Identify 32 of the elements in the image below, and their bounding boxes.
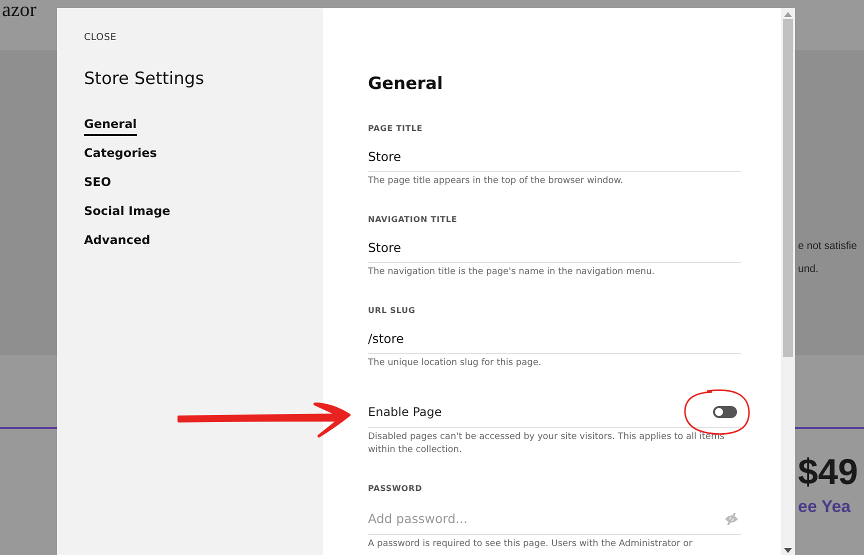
- help-text: The unique location slug for this page.: [368, 357, 542, 370]
- help-text: The navigation title is the page's name in the navigation menu.: [368, 266, 656, 279]
- nav-tab[interactable]: SEO: [84, 175, 112, 194]
- field-label: URL SLUG: [368, 306, 416, 315]
- text-field[interactable]: Store: [368, 238, 402, 258]
- scroll-up-icon[interactable]: [784, 12, 792, 17]
- toggle-switch[interactable]: [713, 406, 737, 418]
- help-text: A password is required to see this page. Users with the Administrator or: [368, 538, 694, 551]
- plan-text: ee Yea: [798, 497, 851, 517]
- nav-tab[interactable]: Advanced: [84, 233, 150, 252]
- eye-slash-icon[interactable]: [724, 512, 739, 524]
- nav-tab[interactable]: Categories: [84, 146, 157, 165]
- text-field[interactable]: /store: [368, 329, 404, 349]
- body-text: und.: [798, 262, 818, 277]
- scrollbar[interactable]: [781, 8, 795, 555]
- dialog-title: Store Settings: [84, 69, 204, 89]
- section-heading: General: [368, 74, 444, 94]
- nav-tab[interactable]: General: [84, 117, 137, 136]
- scrollbar-thumb[interactable]: [783, 19, 793, 357]
- scroll-down-icon[interactable]: [784, 548, 792, 553]
- field-label: Enable Page: [368, 405, 442, 419]
- field-label: NAVIGATION TITLE: [368, 215, 458, 224]
- field-label: PAGE TITLE: [368, 124, 424, 133]
- logo-text: azor: [2, 0, 36, 20]
- field-label: PASSWORD: [368, 484, 424, 493]
- close-link[interactable]: CLOSE: [84, 32, 117, 43]
- price-text: $49: [798, 450, 858, 494]
- body-text: e not satisfie: [798, 239, 857, 254]
- password-field[interactable]: Add password...: [368, 511, 668, 526]
- nav-tab[interactable]: Social Image: [84, 204, 170, 223]
- text-field[interactable]: Store: [368, 147, 402, 167]
- help-text: The page title appears in the top of the browser window.: [368, 175, 624, 188]
